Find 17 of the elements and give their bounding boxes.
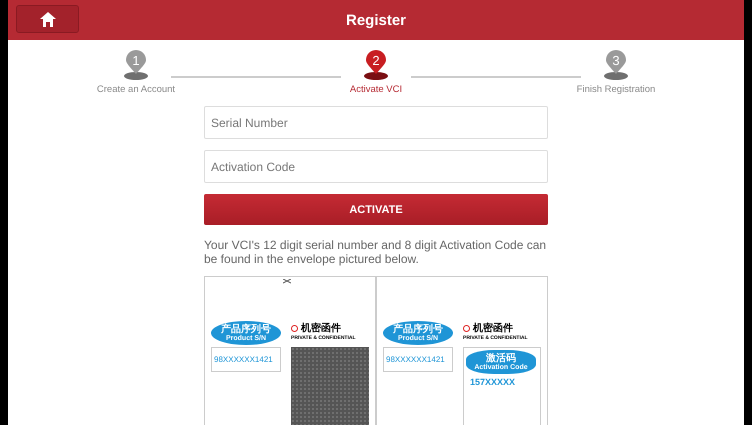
confidential-label: 机密函件 [473,322,513,335]
step-label: Finish Registration [576,84,656,95]
activation-code: 157XXXXX [469,377,516,387]
home-icon [40,12,56,26]
serial-box: 98XXXXXX1421 [383,347,453,372]
confidential-label: 机密函件 [301,322,341,335]
page-title: Register [346,12,406,28]
no-entry-icon [463,324,470,332]
text-field[interactable]: Serial Number [204,106,548,139]
home-button[interactable] [16,5,79,33]
step-label: Activate VCI [350,84,402,95]
instructions-text: Your VCI's 12 digit serial number and 8 digit Activation Code can be found in the envelope pictured below. [204,238,548,266]
text-field[interactable]: Activation Code [204,150,548,183]
no-entry-icon [291,324,298,332]
activate-button[interactable]: ACTIVATE [204,194,548,225]
serial-box: 98XXXXXX1421 [211,347,281,372]
step-label: Create an Account [96,84,176,95]
